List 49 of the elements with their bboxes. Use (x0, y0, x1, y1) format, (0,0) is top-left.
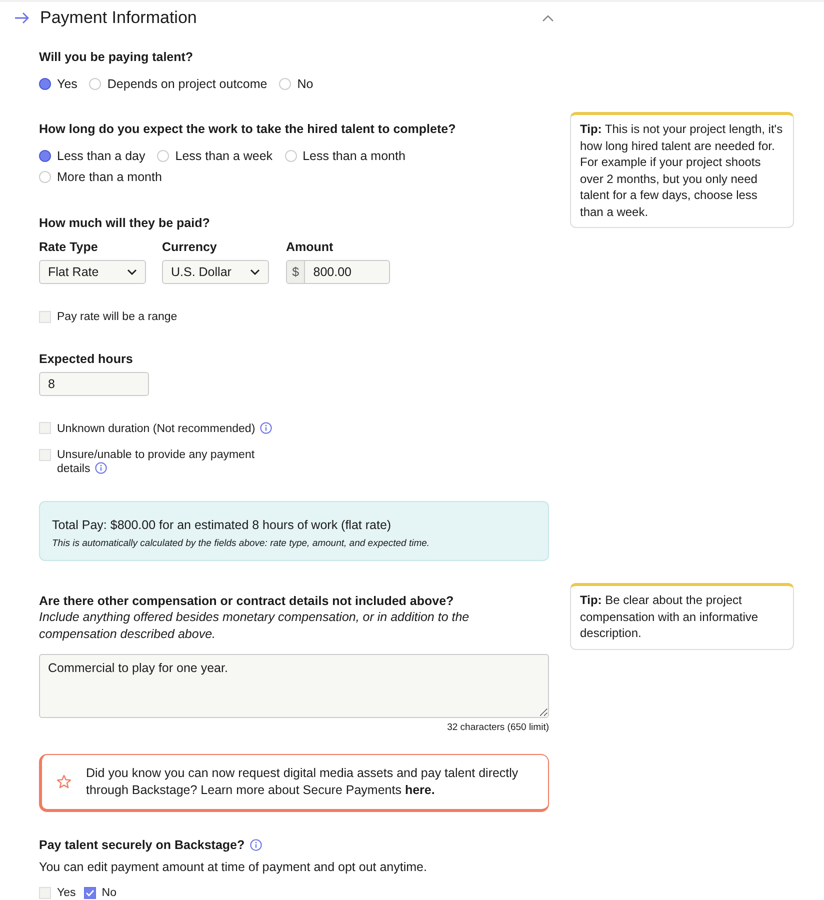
info-icon[interactable] (250, 838, 262, 850)
tip-text: Tip: Be clear about the project compensation with an informative description. (570, 583, 794, 650)
hint-text: Include anything offered besides monetary compensation, or in addition to the compensation described above. (39, 609, 470, 643)
caret-icon (127, 269, 137, 275)
star-icon (56, 774, 72, 790)
rate-type-dropdown[interactable]: Flat Rate (39, 260, 146, 284)
arrow-icon (14, 11, 30, 25)
question-label: Pay talent securely on Backstage? (39, 838, 824, 852)
collapse-icon[interactable] (542, 14, 554, 22)
option-label: Yes (57, 77, 78, 91)
field-label: Rate Type (39, 240, 99, 254)
field-label: Expected hours (39, 352, 134, 366)
checkbox[interactable] (84, 886, 96, 898)
checkbox-label: Unsure/unable to provide any payment details (57, 449, 256, 476)
question-label: How long do you expect the work to take the hired talent to complete? (39, 122, 457, 136)
option-label: Less than a week (175, 149, 273, 163)
details-textarea[interactable]: Commercial to play for one year. (39, 654, 549, 718)
amount-field[interactable]: $ 800.00 (286, 260, 390, 284)
currency-symbol: $ (287, 261, 306, 283)
checkbox-label: Unknown duration (Not recommended) (57, 422, 277, 436)
checkbox-label: No (102, 886, 116, 898)
checkbox-label: Pay rate will be a range (57, 311, 178, 323)
amount-input[interactable]: 800.00 (305, 261, 389, 283)
radio-option[interactable]: Less than a week (157, 149, 273, 163)
total-pay-text: Total Pay: $800.00 for an estimated 8 hours of work (flat rate) (52, 518, 392, 532)
field-label: Amount (286, 240, 334, 254)
info-icon[interactable] (95, 462, 108, 474)
radio-option[interactable]: No (279, 77, 314, 91)
callout-text: Did you know you can now request digital media assets and pay talent directly through Backstage? Learn more about Secure Payments here. (86, 764, 520, 798)
field-label: Currency (162, 240, 218, 254)
character-counter: 32 characters (650 limit) (446, 722, 549, 732)
radio-option[interactable]: Less than a day (39, 149, 146, 163)
checkbox-label: Yes (57, 886, 76, 898)
option-label: Less than a day (57, 149, 146, 163)
section-title: Payment Information (40, 8, 198, 28)
tip-text: Tip: This is not your project length, it's how long hired talent are needed for. For example if your project shoots over 2 months, but you only need talent for a few days, choose less than a week. (570, 112, 794, 228)
note-text: This is automatically calculated by the fields above: rate type, amount, and expected time. (52, 538, 431, 549)
question-label: Are there other compensation or contract details not included above? (39, 594, 455, 608)
radio-button[interactable] (39, 150, 51, 162)
radio-option[interactable]: Yes (39, 77, 78, 91)
info-icon[interactable] (260, 422, 272, 434)
currency-dropdown[interactable]: U.S. Dollar (162, 260, 269, 284)
question-label: How much will they be paid? (39, 216, 211, 230)
radio-button[interactable] (39, 78, 51, 90)
caret-icon (250, 269, 260, 275)
note-text: You can edit payment amount at time of payment and opt out anytime. (39, 860, 428, 874)
hours-field[interactable]: 8 (39, 372, 149, 396)
option-label: No (297, 77, 314, 91)
question-label: Will you be paying talent? (39, 50, 194, 64)
